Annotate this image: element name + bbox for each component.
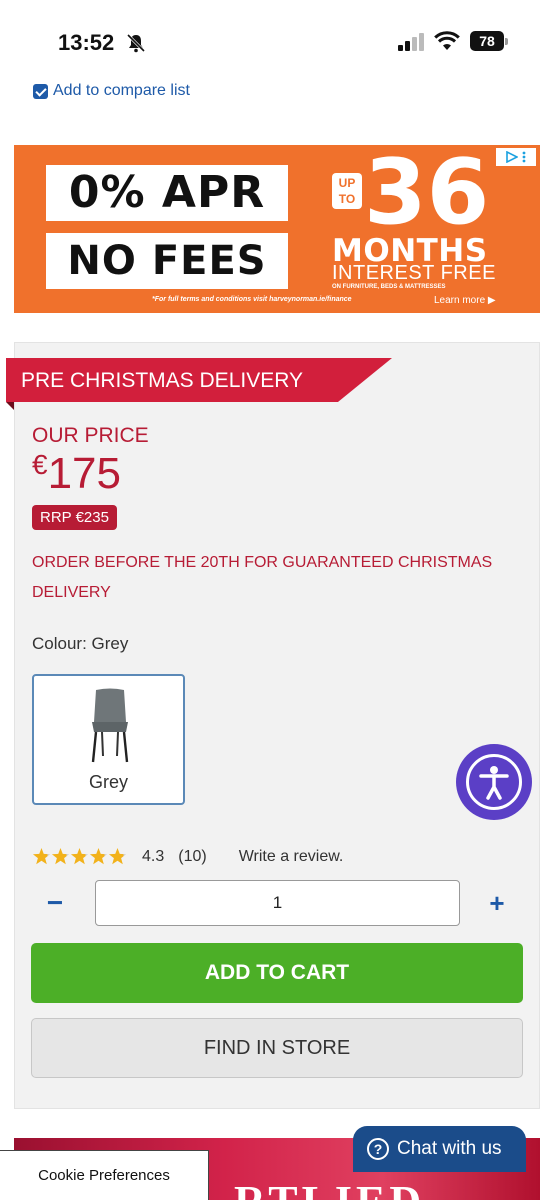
price-currency: € xyxy=(32,449,48,480)
promo-banner-text: RTLIED xyxy=(234,1176,425,1200)
clock-time: 13:52 xyxy=(58,30,115,55)
battery-indicator: 78 xyxy=(470,31,508,51)
star-icon xyxy=(108,848,127,865)
delivery-note: ORDER BEFORE THE 20TH FOR GUARANTEED CHR… xyxy=(32,554,493,601)
rrp-badge: RRP €235 xyxy=(32,505,117,530)
write-review-link[interactable]: Write a review. xyxy=(239,848,344,866)
chat-label: Chat with us xyxy=(397,1138,502,1159)
product-price: €175 xyxy=(32,449,121,499)
ad-menu-icon[interactable] xyxy=(522,151,526,163)
colour-label: Colour: Grey xyxy=(32,634,129,653)
compare-label[interactable]: Add to compare list xyxy=(53,82,190,100)
rating-stars xyxy=(32,848,127,865)
ad-learn-more-link[interactable]: Learn more ▶ xyxy=(434,295,496,306)
price-label: OUR PRICE xyxy=(32,424,149,447)
battery-level: 78 xyxy=(470,31,504,51)
delivery-ribbon: PRE CHRISTMAS DELIVERY xyxy=(6,358,392,402)
ad-up-to-text: UP TO xyxy=(338,176,356,206)
star-icon xyxy=(32,848,51,865)
quantity-input[interactable] xyxy=(95,880,460,926)
ad-interest-text: INTEREST FREE xyxy=(332,262,496,284)
wifi-icon xyxy=(434,31,460,50)
price-amount: 175 xyxy=(47,449,121,498)
star-icon xyxy=(51,848,70,865)
rating-count: (10) xyxy=(178,848,207,865)
status-bar: 13:52 78 xyxy=(0,0,554,70)
bell-slash-icon xyxy=(126,33,146,53)
star-icon xyxy=(70,848,89,865)
ad-months-number: 36 xyxy=(364,145,490,245)
cookie-preferences-button[interactable]: Cookie Preferences xyxy=(0,1150,209,1200)
finance-ad-banner[interactable]: 0% APR NO FEES UP TO 36 MONTHS INTEREST … xyxy=(14,145,540,313)
accessibility-person-icon xyxy=(479,766,509,800)
cellular-signal-icon xyxy=(398,33,424,51)
accessibility-button[interactable] xyxy=(456,744,532,820)
ad-up-to-badge: UP TO xyxy=(332,173,362,209)
checkbox-checked-icon[interactable] xyxy=(33,83,48,99)
ad-no-fees-text: NO FEES xyxy=(46,233,288,289)
quantity-increase-button[interactable]: + xyxy=(486,890,508,916)
ad-play-icon xyxy=(506,151,518,163)
product-rating[interactable]: 4.3 (10) Write a review. xyxy=(32,846,343,868)
star-icon xyxy=(89,848,108,865)
chat-button[interactable]: ? Chat with us xyxy=(353,1126,526,1172)
colour-swatch-grey[interactable]: Grey xyxy=(32,674,185,805)
accessibility-icon-ring xyxy=(466,754,522,810)
ad-choices-icon[interactable] xyxy=(496,148,536,166)
battery-tip xyxy=(505,38,508,45)
grey-chair-image xyxy=(91,688,129,763)
rating-value: 4.3 xyxy=(142,848,165,865)
ribbon-fold xyxy=(6,402,14,410)
add-to-compare[interactable]: Add to compare list xyxy=(33,80,190,102)
ad-small-print: ON FURNITURE, BEDS & MATTRESSES xyxy=(332,284,446,290)
add-to-cart-button[interactable]: ADD TO CART xyxy=(31,943,523,1003)
ad-terms-text: *For full terms and conditions visit har… xyxy=(152,296,352,303)
quantity-decrease-button[interactable]: − xyxy=(44,889,66,917)
ad-apr-text: 0% APR xyxy=(46,165,288,221)
help-question-icon: ? xyxy=(367,1138,389,1160)
swatch-label: Grey xyxy=(88,772,128,792)
find-in-store-button[interactable]: FIND IN STORE xyxy=(31,1018,523,1078)
